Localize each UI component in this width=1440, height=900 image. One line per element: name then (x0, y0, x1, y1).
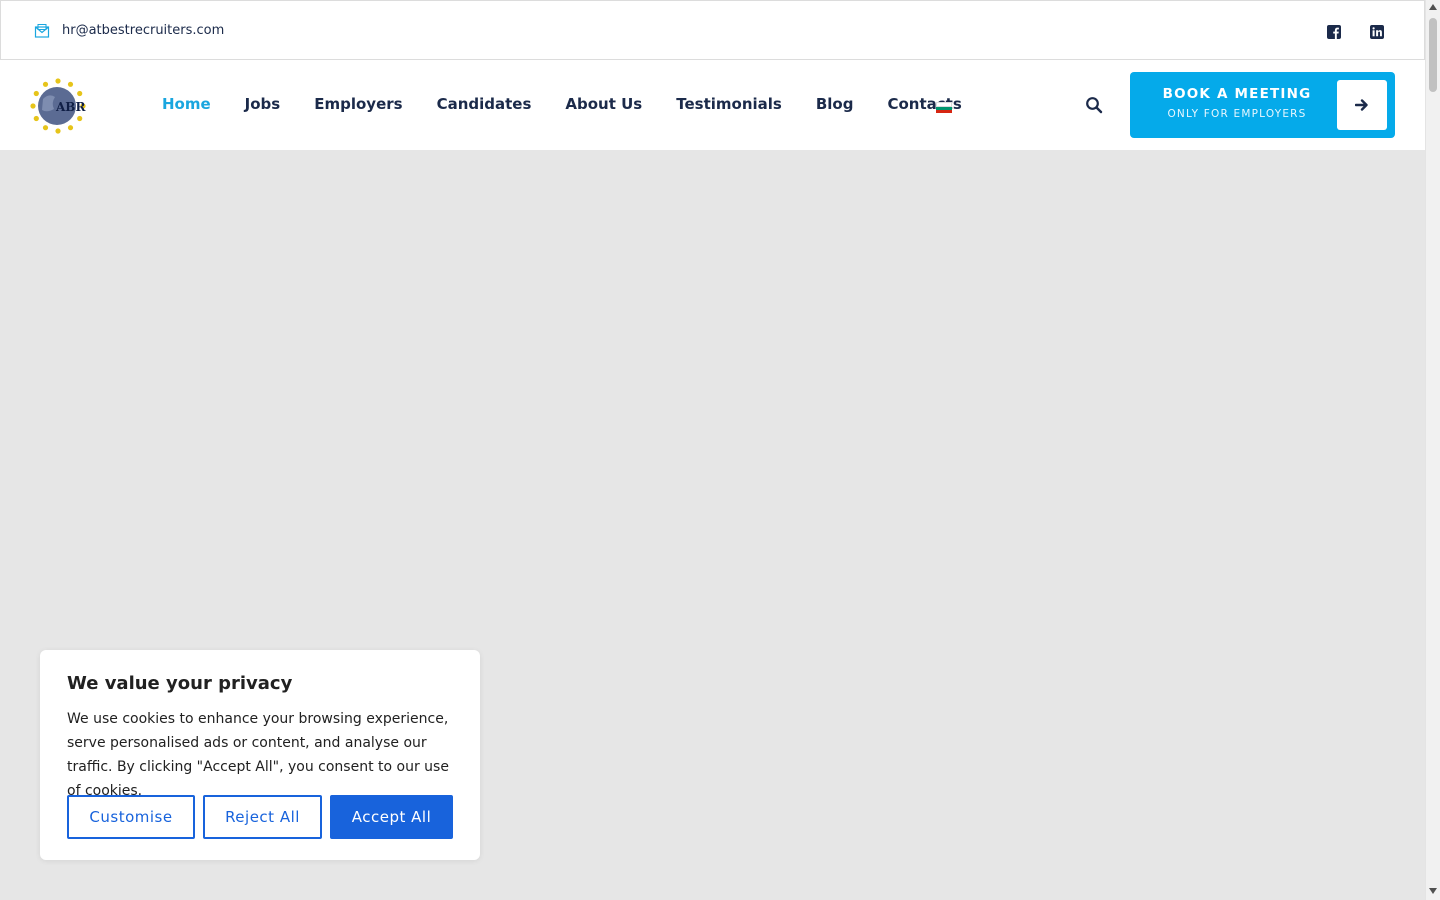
book-meeting-title: BOOK A MEETING (1162, 86, 1312, 102)
vertical-scrollbar[interactable] (1425, 0, 1440, 900)
cookie-title: We value your privacy (67, 673, 293, 694)
nav-blog[interactable]: Blog (816, 95, 854, 113)
top-bar: hr@atbestrecruiters.com (0, 0, 1425, 60)
scroll-down-arrow-icon[interactable] (1429, 888, 1437, 894)
main-header: ABR Home Jobs Employers Candidates About… (0, 60, 1425, 150)
nav-jobs[interactable]: Jobs (245, 95, 281, 113)
accept-all-button[interactable]: Accept All (330, 795, 453, 839)
customise-button[interactable]: Customise (67, 795, 195, 839)
scroll-thumb[interactable] (1429, 18, 1437, 92)
page: hr@atbestrecruiters.com ABR Home Jobs Em… (0, 0, 1425, 900)
book-meeting-button[interactable]: BOOK A MEETING ONLY FOR EMPLOYERS (1130, 72, 1395, 138)
nav-candidates[interactable]: Candidates (437, 95, 532, 113)
search-icon[interactable] (1085, 96, 1103, 114)
language-flag-bulgarian-icon[interactable] (936, 102, 952, 113)
site-logo[interactable]: ABR (29, 77, 87, 135)
cookie-description: We use cookies to enhance your browsing … (67, 711, 449, 799)
reject-all-button[interactable]: Reject All (203, 795, 322, 839)
mail-icon (34, 24, 50, 38)
nav-home[interactable]: Home (162, 95, 211, 113)
logo-text: ABR (55, 100, 86, 114)
book-meeting-subtitle: ONLY FOR EMPLOYERS (1167, 108, 1307, 120)
nav-about-us[interactable]: About Us (565, 95, 642, 113)
book-meeting-arrow[interactable] (1337, 80, 1387, 130)
nav-testimonials[interactable]: Testimonials (676, 95, 782, 113)
cookie-consent-banner: We value your privacy We use cookies to … (40, 650, 480, 860)
arrow-right-icon (1355, 99, 1368, 111)
nav-employers[interactable]: Employers (314, 95, 402, 113)
scroll-up-arrow-icon[interactable] (1429, 4, 1437, 10)
linkedin-icon[interactable] (1369, 24, 1385, 40)
main-navigation: Home Jobs Employers Candidates About Us … (162, 95, 996, 113)
contact-email-link[interactable]: hr@atbestrecruiters.com (62, 23, 224, 38)
facebook-icon[interactable] (1326, 24, 1342, 40)
